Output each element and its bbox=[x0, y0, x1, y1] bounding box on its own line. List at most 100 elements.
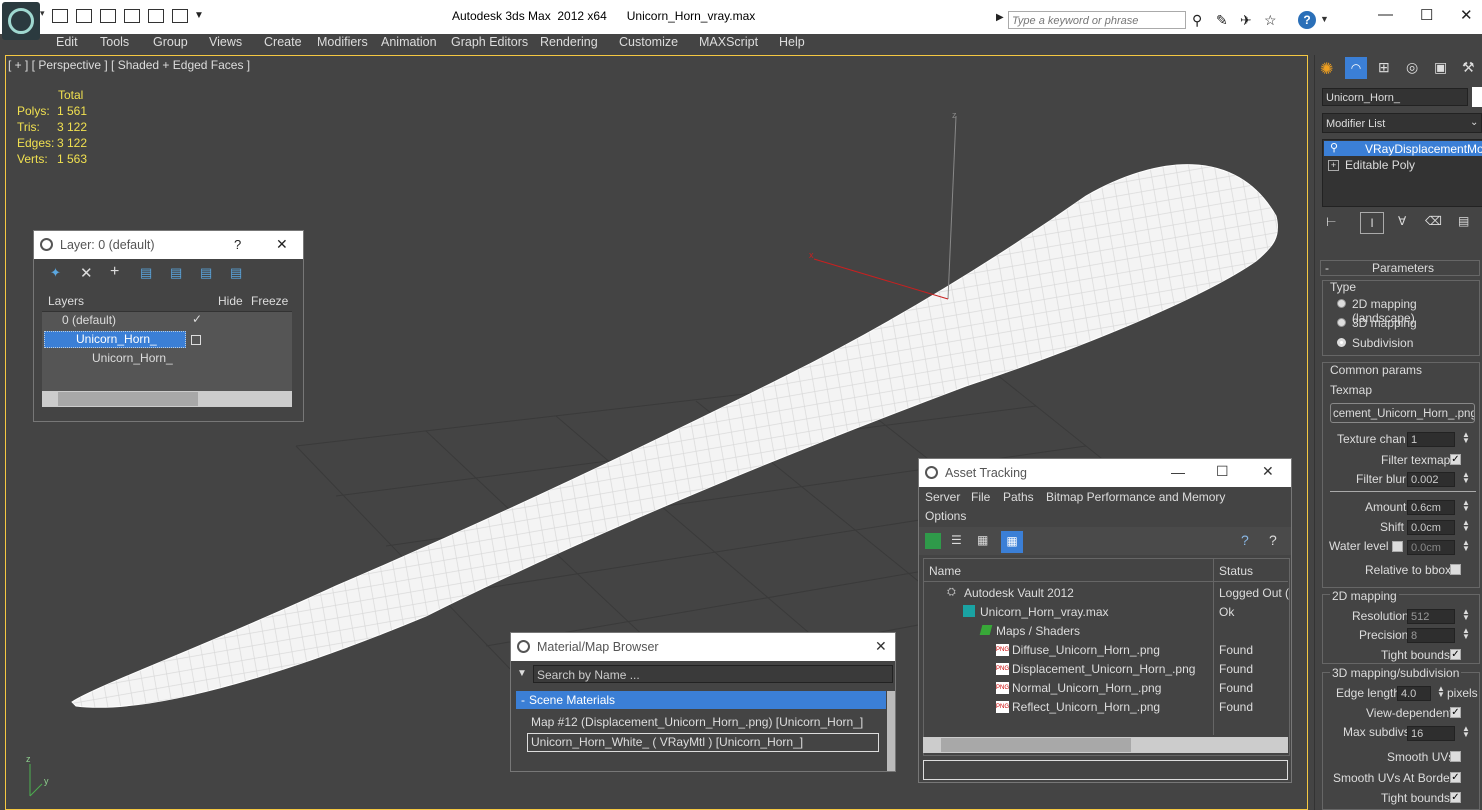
favorites-star-icon[interactable]: ☆ bbox=[1264, 12, 1277, 29]
edge-length-spinner[interactable]: ▲ ▼ bbox=[1437, 685, 1445, 699]
make-current-icon[interactable] bbox=[191, 335, 201, 345]
name-column-header[interactable]: Name bbox=[929, 564, 961, 578]
asset-menu-server[interactable]: Server bbox=[925, 490, 960, 504]
layer-row-unicorn[interactable]: Unicorn_Horn_ bbox=[76, 332, 157, 346]
create-tab-icon[interactable]: ✺ bbox=[1320, 59, 1333, 79]
material-item-map12[interactable]: Map #12 (Displacement_Unicorn_Horn_.png)… bbox=[531, 715, 863, 729]
freeze-all-layers-icon[interactable]: ▤ bbox=[230, 265, 242, 281]
asset-path-field[interactable] bbox=[923, 760, 1288, 780]
show-end-result-icon[interactable]: I bbox=[1360, 212, 1384, 234]
filter-blur-spinner[interactable]: ▲ ▼ bbox=[1462, 471, 1470, 485]
shift-spinner[interactable]: ▲ ▼ bbox=[1462, 519, 1470, 533]
object-color-swatch[interactable] bbox=[1472, 87, 1482, 107]
object-name-field[interactable]: Unicorn_Horn_ bbox=[1322, 88, 1468, 106]
new-file-icon[interactable] bbox=[100, 9, 116, 23]
shift-input[interactable]: 0.0cm bbox=[1407, 520, 1455, 535]
configure-sets-icon[interactable]: ▤ bbox=[1458, 214, 1469, 228]
app-menu-arrow-icon[interactable]: ▾ bbox=[40, 8, 45, 19]
keyword-search-input[interactable]: Type a keyword or phrase bbox=[1008, 11, 1186, 29]
layers-column-header[interactable]: Layers bbox=[48, 294, 84, 308]
resolution-spinner[interactable]: ▲ ▼ bbox=[1462, 608, 1470, 622]
add-to-layer-icon[interactable]: + bbox=[110, 263, 119, 281]
expand-icon[interactable]: + bbox=[1328, 160, 1339, 171]
menu-animation[interactable]: Animation bbox=[381, 35, 437, 49]
water-level-input[interactable]: 0.0cm bbox=[1407, 540, 1455, 555]
app-logo-icon[interactable] bbox=[2, 2, 40, 40]
material-search-input[interactable]: Search by Name ... bbox=[533, 665, 893, 683]
layer-row-default[interactable]: 0 (default) bbox=[62, 313, 116, 327]
close-window-icon[interactable]: ✕ bbox=[1460, 6, 1473, 24]
view-dependent-checkbox[interactable]: ✓ bbox=[1450, 707, 1461, 718]
asset-row-diffuse[interactable]: Diffuse_Unicorn_Horn_.png bbox=[1012, 643, 1160, 657]
radio-2d-mapping[interactable] bbox=[1337, 299, 1346, 308]
asset-scrollbar-thumb[interactable] bbox=[941, 738, 1131, 752]
browser-options-icon[interactable]: ▼ bbox=[517, 668, 527, 679]
asset-row-maps[interactable]: Maps / Shaders bbox=[996, 624, 1080, 638]
asset-menu-options[interactable]: Options bbox=[925, 509, 966, 523]
layer-object-row[interactable]: Unicorn_Horn_ bbox=[92, 351, 173, 365]
search-expand-icon[interactable]: ▶ bbox=[996, 12, 1004, 23]
binoculars-icon[interactable]: ⚲ bbox=[1192, 12, 1202, 29]
highlight-layer-icon[interactable]: ▤ bbox=[170, 265, 182, 281]
open-file-icon[interactable] bbox=[52, 9, 68, 23]
quick-access-dropdown-icon[interactable]: ▼ bbox=[194, 10, 204, 21]
option-3d-mapping[interactable]: 3D mapping bbox=[1352, 316, 1417, 330]
amount-spinner[interactable]: ▲ ▼ bbox=[1462, 499, 1470, 513]
pin-stack-icon[interactable]: ⊢ bbox=[1326, 215, 1336, 229]
remove-modifier-icon[interactable]: ⌫ bbox=[1425, 214, 1442, 228]
select-in-layer-icon[interactable]: ▤ bbox=[140, 265, 152, 281]
asset-row-reflect[interactable]: Reflect_Unicorn_Horn_.png bbox=[1012, 700, 1160, 714]
texmap-button[interactable]: cement_Unicorn_Horn_.png) bbox=[1330, 403, 1475, 423]
amount-input[interactable]: 0.6cm bbox=[1407, 500, 1455, 515]
material-browser-title-bar[interactable]: Material/Map Browser bbox=[511, 633, 895, 661]
asset-maximize-icon[interactable]: ☐ bbox=[1216, 463, 1229, 480]
viewport-label[interactable]: [ + ] [ Perspective ] [ Shaded + Edged F… bbox=[8, 58, 250, 72]
hierarchy-tab-icon[interactable]: ⊞ bbox=[1378, 59, 1390, 76]
table-view-icon[interactable]: ▦ bbox=[1001, 531, 1023, 553]
tight-bounds-checkbox[interactable]: ✓ bbox=[1450, 649, 1461, 660]
hide-column-header[interactable]: Hide bbox=[218, 294, 243, 308]
asset-tracking-title-bar[interactable]: Asset Tracking bbox=[919, 459, 1291, 487]
hide-all-layers-icon[interactable]: ▤ bbox=[200, 265, 212, 281]
make-unique-icon[interactable]: ∀ bbox=[1398, 214, 1406, 228]
asset-minimize-icon[interactable]: — bbox=[1171, 464, 1185, 480]
asset-menu-bitmap[interactable]: Bitmap Performance and Memory bbox=[1046, 490, 1225, 504]
max-subdivs-input[interactable]: 16 bbox=[1407, 726, 1455, 741]
minimize-icon[interactable]: — bbox=[1378, 6, 1393, 23]
list-view-icon[interactable]: ☰ bbox=[951, 533, 962, 547]
refresh-icon[interactable] bbox=[925, 533, 941, 549]
max-subdivs-spinner[interactable]: ▲ ▼ bbox=[1462, 725, 1470, 739]
status-column-header[interactable]: Status bbox=[1219, 564, 1253, 578]
asset-row-normal[interactable]: Normal_Unicorn_Horn_.png bbox=[1012, 681, 1161, 695]
modifier-list-dropdown[interactable]: Modifier List bbox=[1322, 113, 1482, 133]
menu-group[interactable]: Group bbox=[153, 35, 188, 49]
asset-row-displacement[interactable]: Displacement_Unicorn_Horn_.png bbox=[1012, 662, 1195, 676]
smooth-uvs-borders-checkbox[interactable]: ✓ bbox=[1450, 772, 1461, 783]
asset-whats-this-icon[interactable]: ? bbox=[1269, 532, 1277, 548]
freeze-column-header[interactable]: Freeze bbox=[251, 294, 288, 308]
display-tab-icon[interactable]: ▣ bbox=[1434, 59, 1447, 76]
precision-input[interactable]: 8 bbox=[1407, 628, 1455, 643]
menu-maxscript[interactable]: MAXScript bbox=[699, 35, 758, 49]
modifier-list-chevron-icon[interactable]: ⌄ bbox=[1470, 117, 1478, 128]
relative-bbox-checkbox[interactable] bbox=[1450, 564, 1461, 575]
filter-texmap-checkbox[interactable]: ✓ bbox=[1450, 454, 1461, 465]
group-collapse-icon[interactable]: - bbox=[521, 693, 525, 707]
menu-views[interactable]: Views bbox=[209, 35, 242, 49]
layer-close-icon[interactable]: ✕ bbox=[276, 236, 288, 253]
material-item-vraymtl[interactable]: Unicorn_Horn_White_ ( VRayMtl ) [Unicorn… bbox=[531, 735, 803, 749]
create-layer-icon[interactable]: ✦ bbox=[50, 265, 61, 281]
tight-bounds-2-checkbox[interactable]: ✓ bbox=[1450, 792, 1461, 803]
help-dropdown-icon[interactable]: ▼ bbox=[1320, 14, 1329, 24]
maximize-icon[interactable]: ☐ bbox=[1420, 6, 1433, 24]
menu-create[interactable]: Create bbox=[264, 35, 302, 49]
modifier-lightbulb-icon[interactable]: ⚲ bbox=[1330, 141, 1338, 154]
delete-layer-icon[interactable]: ✕ bbox=[80, 264, 93, 282]
asset-close-icon[interactable]: ✕ bbox=[1262, 463, 1274, 480]
communication-center-icon[interactable]: ✈ bbox=[1240, 12, 1252, 29]
motion-tab-icon[interactable]: ◎ bbox=[1406, 59, 1418, 76]
menu-tools[interactable]: Tools bbox=[100, 35, 129, 49]
rollout-collapse-icon[interactable]: - bbox=[1325, 261, 1329, 275]
asset-menu-file[interactable]: File bbox=[971, 490, 990, 504]
thumbnail-view-icon[interactable]: ▦ bbox=[977, 533, 988, 547]
